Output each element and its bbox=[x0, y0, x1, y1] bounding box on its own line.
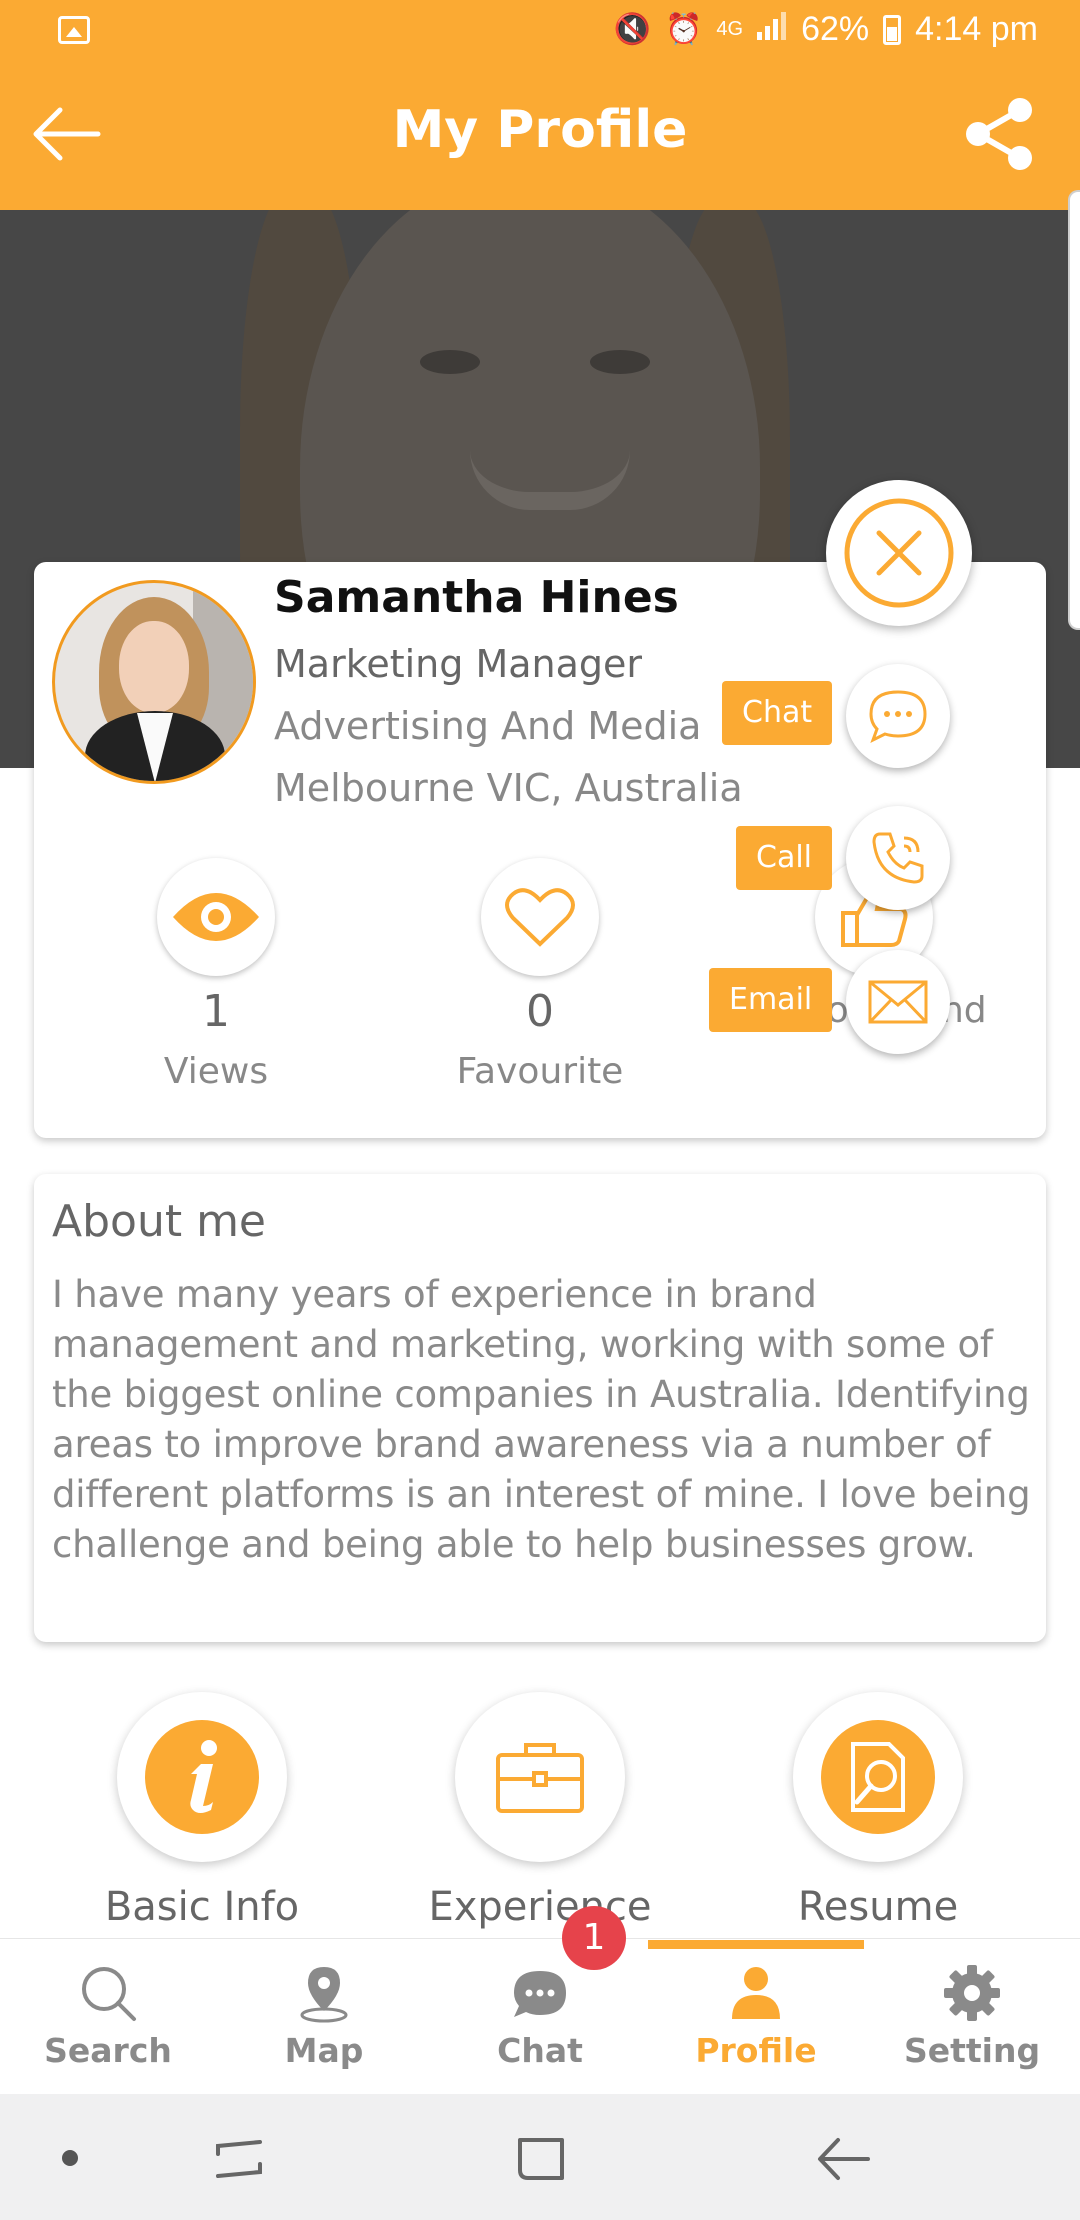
nav-setting[interactable]: Setting bbox=[864, 1939, 1080, 2095]
chat-fab-label[interactable]: Chat bbox=[722, 681, 833, 745]
status-bar: 🔇 ⏰ 4G 62% 4:14 pm bbox=[0, 0, 1080, 64]
home-button-icon[interactable] bbox=[506, 2124, 576, 2194]
nav-map-label: Map bbox=[284, 2031, 364, 2070]
system-back-icon[interactable] bbox=[808, 2124, 878, 2194]
views-button[interactable] bbox=[157, 858, 275, 976]
nav-search-label: Search bbox=[44, 2031, 172, 2070]
chat-badge: 1 bbox=[562, 1906, 626, 1970]
close-icon bbox=[844, 498, 954, 608]
resume-action: Resume bbox=[748, 1692, 1008, 1930]
eye-icon bbox=[173, 893, 259, 941]
envelope-icon bbox=[868, 980, 928, 1024]
nav-profile-label: Profile bbox=[695, 2031, 817, 2070]
page-title: My Profile bbox=[392, 100, 688, 160]
favourite-count: 0 bbox=[526, 986, 554, 1037]
nav-chat[interactable]: Chat bbox=[432, 1939, 648, 2095]
resume-label: Resume bbox=[797, 1884, 959, 1930]
heart-icon bbox=[505, 888, 575, 947]
views-count: 1 bbox=[202, 986, 230, 1037]
about-card: About me I have many years of experience… bbox=[34, 1174, 1046, 1642]
network-type: 4G bbox=[716, 18, 744, 40]
gear-icon bbox=[944, 1965, 1000, 2021]
nav-profile[interactable]: Profile bbox=[648, 1939, 864, 2095]
resume-button[interactable] bbox=[793, 1692, 963, 1862]
alarm-icon: ⏰ bbox=[665, 13, 703, 46]
close-fab-button[interactable] bbox=[826, 480, 972, 626]
basic-info-action: Basic Info bbox=[72, 1692, 332, 1930]
clock: 4:14 pm bbox=[915, 10, 1038, 48]
call-fab-button[interactable] bbox=[846, 806, 950, 910]
person-icon bbox=[732, 1967, 780, 2019]
share-icon bbox=[966, 98, 1032, 170]
email-fab-label[interactable]: Email bbox=[709, 968, 833, 1032]
stat-views: 1 Views bbox=[96, 858, 336, 1092]
about-title: About me bbox=[52, 1196, 267, 1247]
basic-info-button[interactable] bbox=[117, 1692, 287, 1862]
recent-apps-icon[interactable] bbox=[204, 2124, 274, 2194]
basic-info-label: Basic Info bbox=[104, 1884, 300, 1930]
bottom-nav: Search Map Chat Profile Setting bbox=[0, 1938, 1080, 2094]
battery-percent: 62% bbox=[801, 10, 870, 48]
phone-icon bbox=[872, 832, 924, 884]
chat-bubble-icon bbox=[869, 690, 927, 744]
briefcase-icon bbox=[496, 1743, 584, 1813]
profile-industry: Advertising And Media bbox=[274, 704, 702, 748]
chat-fab-button[interactable] bbox=[846, 664, 950, 768]
nav-dot-indicator bbox=[62, 2150, 78, 2166]
profile-role: Marketing Manager bbox=[274, 642, 643, 686]
app-bar: My Profile bbox=[0, 64, 1080, 210]
profile-name: Samantha Hines bbox=[274, 572, 679, 623]
avatar[interactable] bbox=[52, 580, 256, 784]
about-text: I have many years of experience in brand… bbox=[52, 1273, 1031, 1566]
search-icon bbox=[82, 1967, 136, 2021]
active-tab-indicator bbox=[648, 1940, 864, 1949]
favourite-label: Favourite bbox=[456, 1051, 624, 1092]
status-icons: 🔇 ⏰ 4G 62% 4:14 pm bbox=[614, 10, 1038, 49]
favourite-button[interactable] bbox=[481, 858, 599, 976]
battery-icon bbox=[883, 14, 902, 45]
signal-icon bbox=[757, 11, 787, 48]
mute-icon: 🔇 bbox=[613, 13, 652, 46]
chat-icon bbox=[514, 1971, 566, 2017]
nav-search[interactable]: Search bbox=[0, 1939, 216, 2095]
resume-search-icon bbox=[821, 1720, 935, 1834]
views-label: Views bbox=[163, 1051, 269, 1092]
experience-label: Experience bbox=[428, 1884, 652, 1930]
share-button[interactable] bbox=[960, 94, 1040, 174]
gallery-notification-icon bbox=[58, 16, 90, 44]
email-fab-button[interactable] bbox=[846, 950, 950, 1054]
side-drawer-handle[interactable] bbox=[1068, 190, 1080, 630]
stat-favourite: 0 Favourite bbox=[420, 858, 660, 1092]
nav-chat-label: Chat bbox=[497, 2031, 583, 2070]
experience-button[interactable] bbox=[455, 1692, 625, 1862]
profile-location: Melbourne VIC, Australia bbox=[274, 766, 743, 810]
info-icon bbox=[145, 1720, 259, 1834]
experience-action: Experience bbox=[410, 1692, 670, 1930]
nav-map[interactable]: Map bbox=[216, 1939, 432, 2095]
nav-setting-label: Setting bbox=[903, 2031, 1041, 2070]
system-nav-bar bbox=[0, 2094, 1080, 2220]
call-fab-label[interactable]: Call bbox=[736, 826, 833, 890]
map-pin-icon bbox=[300, 1967, 348, 2023]
